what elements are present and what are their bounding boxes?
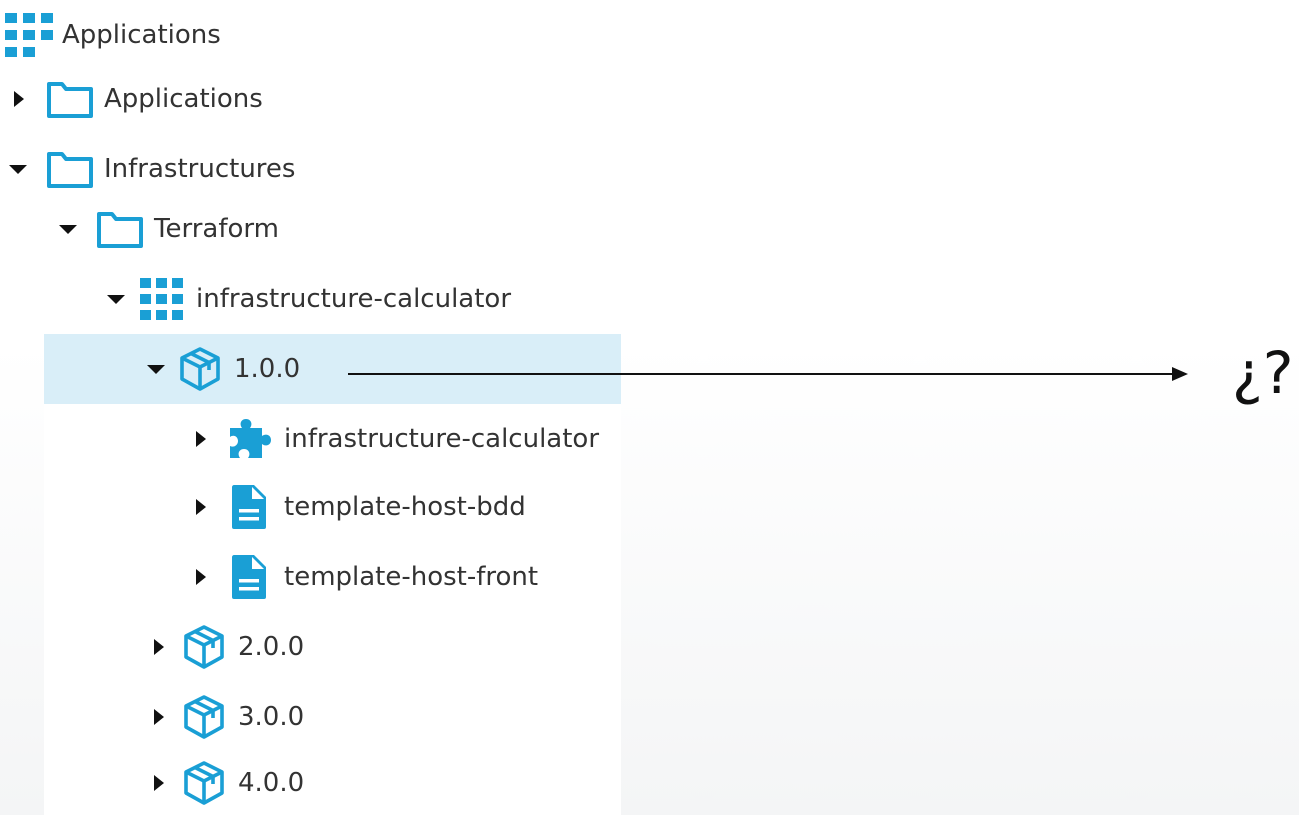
tree-item-template-host-front[interactable]: template-host-front	[190, 542, 538, 612]
tree-item-template-host-bdd[interactable]: template-host-bdd	[190, 472, 526, 542]
tree-item-label: infrastructure-calculator	[196, 284, 512, 314]
caret-down-icon[interactable]	[106, 289, 126, 309]
tree-item-applications[interactable]: Applications	[8, 64, 263, 134]
tree-item-label: template-host-front	[284, 562, 539, 592]
tree-item-version-4-0-0[interactable]: 4.0.0	[148, 748, 304, 818]
tree-item-label: Applications	[104, 84, 263, 114]
folder-icon	[96, 209, 144, 249]
tree-item-label: 3.0.0	[238, 702, 305, 732]
annotation-text: ¿?	[1232, 339, 1294, 407]
tree-item-label: 2.0.0	[238, 632, 305, 662]
tree-item-infrastructure-calculator-component[interactable]: infrastructure-calculator	[190, 404, 599, 474]
tree-item-label: Terraform	[154, 214, 279, 244]
tree-item-version-3-0-0[interactable]: 3.0.0	[148, 682, 304, 752]
tree-item-infrastructure-calculator-app[interactable]: infrastructure-calculator	[106, 264, 511, 334]
annotation-arrow-head	[1172, 367, 1188, 381]
caret-right-icon[interactable]	[148, 707, 168, 727]
tree-root-label: Applications	[62, 20, 221, 50]
tree-item-version-2-0-0[interactable]: 2.0.0	[148, 612, 304, 682]
caret-right-icon[interactable]	[190, 497, 210, 517]
tree-item-label: template-host-bdd	[284, 492, 526, 522]
caret-down-icon[interactable]	[146, 359, 166, 379]
tree-item-terraform[interactable]: Terraform	[58, 194, 279, 264]
grid-icon	[4, 12, 54, 58]
folder-icon	[46, 79, 94, 119]
caret-right-icon[interactable]	[148, 773, 168, 793]
tree-item-version-1-0-0[interactable]: 1.0.0	[44, 334, 621, 404]
grid-icon	[138, 276, 184, 322]
tree-item-label: infrastructure-calculator	[284, 424, 600, 454]
caret-down-icon[interactable]	[58, 219, 78, 239]
package-icon	[182, 694, 226, 740]
folder-icon	[46, 149, 94, 189]
document-icon	[230, 553, 268, 601]
puzzle-icon	[226, 416, 274, 462]
annotation-arrow-line	[348, 373, 1174, 375]
caret-right-icon[interactable]	[148, 637, 168, 657]
caret-down-icon[interactable]	[8, 159, 28, 179]
tree-item-label: 4.0.0	[238, 768, 305, 798]
tree-item-label: Infrastructures	[104, 154, 296, 184]
package-icon	[178, 346, 222, 392]
caret-right-icon[interactable]	[190, 429, 210, 449]
tree-root-applications[interactable]: Applications	[4, 0, 221, 70]
caret-right-icon[interactable]	[190, 567, 210, 587]
package-icon	[182, 760, 226, 806]
caret-right-icon[interactable]	[8, 89, 28, 109]
document-icon	[230, 483, 268, 531]
tree-item-label: 1.0.0	[234, 354, 301, 384]
package-icon	[182, 624, 226, 670]
